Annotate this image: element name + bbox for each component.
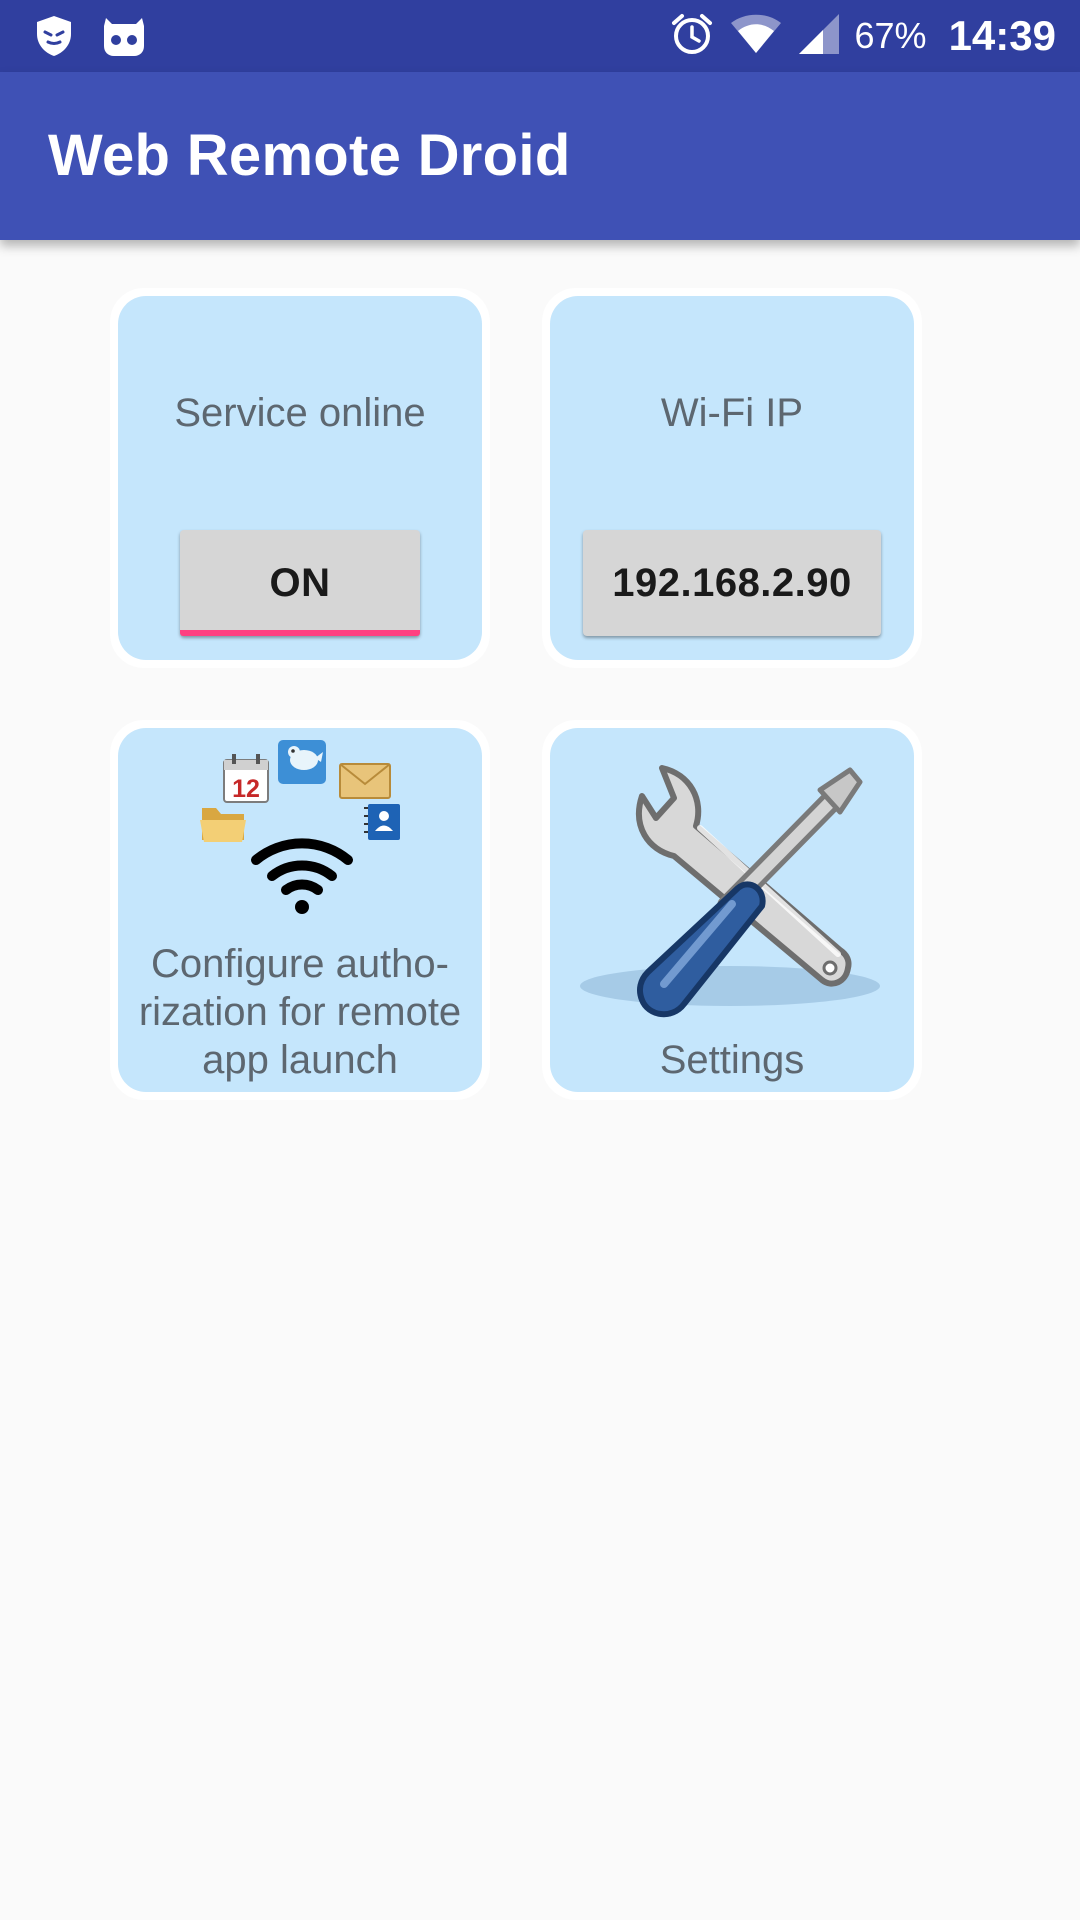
service-toggle-label: ON: [269, 560, 331, 605]
service-label: Service online: [174, 391, 426, 435]
authorization-tile[interactable]: 12 Configure autho- rization for remote …: [118, 728, 482, 1092]
authorization-label-line-1: Configure autho-: [151, 942, 449, 986]
contacts-icon: [364, 804, 400, 840]
shield-icon: [34, 14, 74, 63]
wifi-tile-frame: Wi-Fi IP 192.168.2.90: [542, 288, 922, 668]
authorization-tile-frame[interactable]: 12 Configure autho- rization for remote …: [110, 720, 490, 1100]
app-bar: Web Remote Droid: [0, 72, 1080, 240]
authorization-label: Configure autho- rization for remote app…: [118, 940, 482, 1084]
folder-icon: [200, 808, 246, 842]
alarm-icon: [669, 11, 715, 62]
settings-label: Settings: [659, 1038, 805, 1082]
toggle-on-indicator: [180, 630, 420, 636]
settings-tile-frame[interactable]: Settings: [542, 720, 922, 1100]
calendar-day: 12: [232, 775, 260, 803]
service-tile: Service online ON: [118, 296, 482, 660]
app-title: Web Remote Droid: [48, 123, 571, 188]
settings-tile[interactable]: Settings: [550, 728, 914, 1092]
wifi-ip-value: 192.168.2.90: [612, 560, 852, 605]
service-tile-frame: Service online ON: [110, 288, 490, 668]
cyanogen-icon: [100, 14, 148, 63]
authorization-label-line-3: app launch: [202, 1038, 398, 1082]
authorization-label-line-2: rization for remote: [138, 990, 462, 1034]
clock: 14:39: [948, 12, 1056, 59]
cell-signal-icon: [797, 12, 841, 61]
wifi-ip-button[interactable]: 192.168.2.90: [583, 530, 881, 636]
battery-level: 67%: [854, 15, 927, 56]
wifi-icon: [251, 838, 353, 895]
calendar-icon: 12: [223, 754, 269, 803]
wifi-tile: Wi-Fi IP 192.168.2.90: [550, 296, 914, 660]
bird-icon: [278, 740, 326, 784]
status-bar: 67% 14:39: [0, 0, 1080, 72]
wifi-label: Wi-Fi IP: [660, 391, 804, 435]
wrench-screwdriver-icon: [580, 765, 880, 1017]
mail-icon: [339, 763, 391, 799]
wifi-signal-icon: [729, 13, 783, 60]
service-toggle-button[interactable]: ON: [180, 530, 420, 636]
